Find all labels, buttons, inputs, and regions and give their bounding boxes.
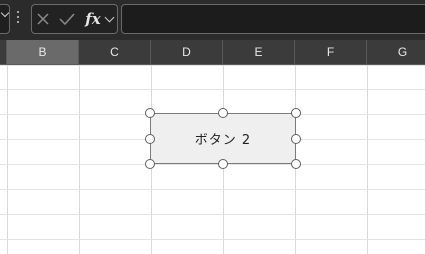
gridline: [0, 239, 425, 240]
more-options-icon[interactable]: [15, 11, 21, 29]
gridline: [0, 214, 425, 215]
resize-handle-bottom[interactable]: [218, 159, 228, 169]
gridline: [0, 89, 425, 90]
column-header-a[interactable]: [0, 40, 7, 64]
cancel-icon[interactable]: [34, 5, 52, 33]
column-header-g[interactable]: G: [367, 40, 425, 64]
form-control-button[interactable]: ボタン 2: [150, 113, 296, 164]
resize-handle-top-left[interactable]: [145, 108, 155, 118]
resize-handle-bottom-right[interactable]: [291, 159, 301, 169]
resize-handle-left[interactable]: [145, 134, 155, 144]
gridline: [79, 65, 80, 254]
formula-input[interactable]: [121, 4, 425, 34]
formula-controls: fx: [31, 4, 118, 34]
column-headers: B C D E F G: [0, 40, 425, 65]
resize-handle-top-right[interactable]: [291, 108, 301, 118]
insert-function-icon[interactable]: fx: [82, 5, 104, 33]
resize-handle-top[interactable]: [218, 108, 228, 118]
column-header-b[interactable]: B: [7, 40, 79, 64]
gridline: [0, 65, 425, 66]
column-header-d[interactable]: D: [151, 40, 223, 64]
resize-handle-bottom-left[interactable]: [145, 159, 155, 169]
gridline: [0, 189, 425, 190]
resize-handle-right[interactable]: [291, 134, 301, 144]
chevron-down-icon[interactable]: [0, 8, 10, 18]
enter-check-icon[interactable]: [56, 5, 78, 33]
button-label: ボタン 2: [194, 133, 252, 148]
name-box[interactable]: [0, 4, 10, 34]
chevron-down-icon[interactable]: [102, 5, 116, 33]
formula-bar: fx: [0, 0, 425, 40]
column-header-f[interactable]: F: [295, 40, 367, 64]
column-header-e[interactable]: E: [223, 40, 295, 64]
gridline: [367, 65, 368, 254]
gridline: [7, 65, 8, 254]
gridline: [0, 164, 425, 165]
column-header-c[interactable]: C: [79, 40, 151, 64]
